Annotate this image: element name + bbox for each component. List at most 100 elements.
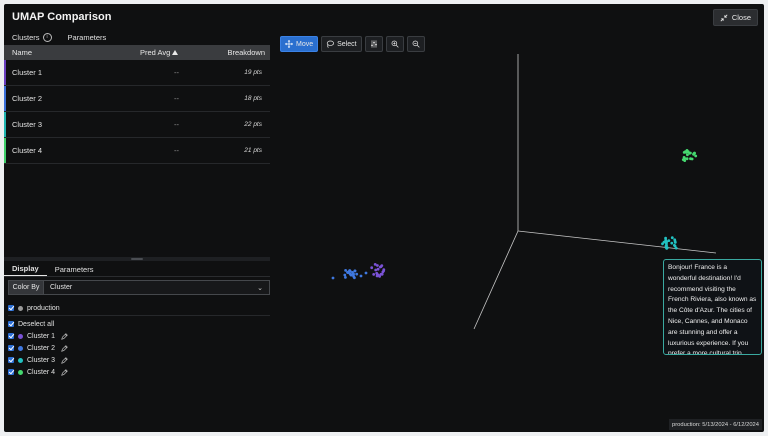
umap-point[interactable] — [343, 273, 347, 277]
plot-toolbar: Move Select — [280, 36, 425, 52]
table-row[interactable]: Cluster 1 -- 19 pts — [4, 60, 270, 86]
tab-display[interactable]: Display — [4, 262, 47, 276]
legend-item-label: Cluster 3 — [27, 356, 56, 364]
cluster-checkbox[interactable] — [8, 345, 14, 351]
cluster-checkbox[interactable] — [8, 369, 14, 375]
zoom-in-button[interactable] — [385, 36, 404, 52]
panel-resize-handle[interactable] — [4, 257, 270, 261]
axis-x-line — [517, 230, 717, 254]
edit-pencil-icon[interactable] — [61, 344, 68, 352]
legend-item: Cluster 4 — [8, 366, 270, 378]
edit-pencil-icon[interactable] — [61, 368, 68, 376]
tab-parameters-bottom[interactable]: Parameters — [47, 262, 102, 276]
umap-point[interactable] — [344, 269, 347, 272]
umap-point[interactable] — [673, 238, 677, 242]
color-by-value: Cluster — [50, 284, 73, 291]
info-icon[interactable]: i — [42, 32, 52, 42]
umap-point[interactable] — [353, 269, 357, 273]
color-by-control: Color By Cluster ⌄ — [8, 280, 270, 295]
move-label: Move — [296, 40, 314, 48]
edit-pencil-icon[interactable] — [61, 332, 68, 340]
row-color-accent — [4, 112, 6, 137]
umap-point[interactable] — [682, 151, 686, 154]
umap-point[interactable] — [689, 151, 692, 155]
umap-point[interactable] — [344, 276, 347, 279]
umap-point[interactable] — [661, 242, 664, 246]
umap-point[interactable] — [692, 152, 695, 156]
cluster-color-dot — [18, 345, 23, 351]
cluster-color-dot — [18, 369, 23, 375]
row-pred-avg: -- — [174, 68, 179, 77]
legend-item: Cluster 3 — [8, 354, 270, 366]
column-breakdown-header[interactable]: Breakdown — [227, 48, 265, 57]
umap-point[interactable] — [364, 271, 368, 275]
umap-point[interactable] — [376, 273, 379, 276]
column-name-header[interactable]: Name — [12, 48, 32, 57]
table-header: Name Pred Avg Breakdown — [4, 45, 270, 60]
umap-point[interactable] — [331, 276, 335, 280]
edit-pencil-icon[interactable] — [61, 356, 68, 364]
title-bar: UMAP Comparison Close — [4, 4, 764, 30]
row-color-accent — [4, 138, 6, 163]
zoom-out-button[interactable] — [406, 36, 425, 52]
umap-point[interactable] — [376, 264, 379, 267]
umap-point[interactable] — [382, 268, 386, 272]
umap-point[interactable] — [670, 241, 674, 245]
umap-point[interactable] — [673, 241, 677, 244]
umap-point[interactable] — [352, 275, 355, 278]
row-breakdown: 21 pts — [244, 147, 262, 154]
umap-point[interactable] — [376, 267, 380, 271]
close-button[interactable]: Close — [712, 9, 758, 26]
top-tabs: Clusters i Parameters — [4, 30, 270, 44]
umap-point[interactable] — [359, 274, 363, 278]
umap-point[interactable] — [682, 156, 686, 159]
umap-point[interactable] — [689, 157, 692, 161]
cluster-color-dot — [18, 333, 23, 339]
select-button[interactable]: Select — [321, 36, 362, 52]
umap-point[interactable] — [667, 239, 671, 243]
legend-item: Cluster 2 — [8, 342, 270, 354]
umap-point[interactable] — [372, 273, 376, 276]
point-tooltip: Bonjour! France is a wonderful destinati… — [663, 259, 762, 355]
umap-point[interactable] — [686, 153, 689, 157]
dataset-checkbox[interactable] — [8, 305, 14, 311]
row-breakdown: 22 pts — [244, 121, 262, 128]
deselect-all-checkbox[interactable] — [8, 321, 14, 327]
umap-3d-canvas[interactable]: Move Select production: 5/13/2024 - 6/12… — [274, 30, 764, 432]
tab-parameters-top[interactable]: Parameters — [60, 30, 115, 44]
umap-point[interactable] — [355, 272, 359, 276]
display-tabs: Display Parameters — [4, 262, 270, 277]
move-button[interactable]: Move — [280, 36, 319, 52]
adjust-button[interactable] — [364, 36, 383, 52]
zoom-out-icon — [412, 40, 420, 48]
umap-plot[interactable] — [274, 30, 764, 432]
umap-point[interactable] — [673, 244, 677, 248]
legend-item-label: Cluster 1 — [27, 332, 56, 340]
umap-point[interactable] — [370, 266, 374, 270]
table-row[interactable]: Cluster 4 -- 21 pts — [4, 138, 270, 164]
umap-point[interactable] — [347, 270, 351, 274]
deselect-all-label[interactable]: Deselect all — [18, 321, 54, 328]
table-row[interactable]: Cluster 3 -- 22 pts — [4, 112, 270, 138]
select-label: Select — [337, 40, 357, 48]
umap-point[interactable] — [664, 240, 667, 244]
umap-point[interactable] — [694, 154, 698, 158]
umap-point[interactable] — [351, 271, 354, 274]
column-pred-header[interactable]: Pred Avg — [140, 48, 179, 57]
umap-point[interactable] — [374, 268, 378, 272]
table-row[interactable]: Cluster 2 -- 18 pts — [4, 86, 270, 112]
legend-item-label: Cluster 4 — [27, 368, 56, 376]
umap-point[interactable] — [348, 272, 352, 276]
cluster-checkbox[interactable] — [8, 357, 14, 363]
row-name: Cluster 4 — [12, 146, 43, 155]
umap-point[interactable] — [379, 272, 383, 276]
close-label: Close — [731, 13, 751, 22]
umap-point[interactable] — [665, 246, 669, 250]
umap-point[interactable] — [670, 236, 674, 240]
tab-clusters[interactable]: Clusters i — [4, 30, 60, 44]
umap-point[interactable] — [379, 265, 383, 268]
cluster-checkbox[interactable] — [8, 333, 14, 339]
umap-point[interactable] — [685, 149, 689, 152]
cluster-color-dot — [18, 357, 23, 363]
color-by-select[interactable]: Cluster ⌄ — [44, 280, 270, 295]
